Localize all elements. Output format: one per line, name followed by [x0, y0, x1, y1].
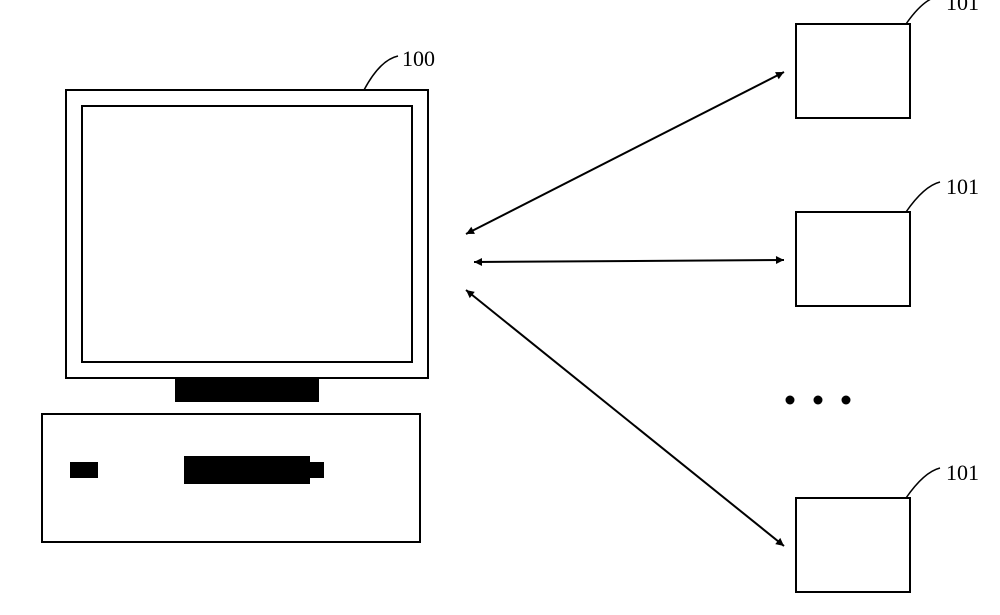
label-computer-lead	[364, 56, 398, 90]
node-top	[796, 0, 940, 118]
system-diagram	[0, 0, 1000, 615]
node-bot	[796, 468, 940, 592]
label-node-top: 101	[946, 0, 979, 16]
node-mid	[796, 182, 940, 306]
connection-mid	[474, 260, 784, 262]
ellipsis-dots	[786, 396, 851, 405]
label-node-bot: 101	[946, 460, 979, 486]
computer	[42, 90, 428, 542]
connection-top	[466, 72, 784, 234]
connection-bot	[466, 290, 784, 546]
label-computer: 100	[402, 46, 435, 72]
label-node-mid: 101	[946, 174, 979, 200]
